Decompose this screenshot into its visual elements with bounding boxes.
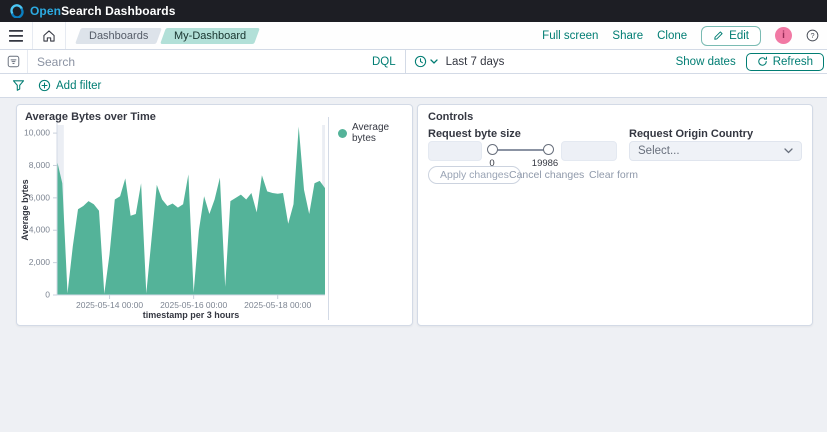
breadcrumb-dashboards[interactable]: Dashboards (75, 27, 163, 44)
saved-queries-icon (7, 55, 20, 68)
help-icon: ? (806, 29, 819, 42)
plus-circle-icon (38, 79, 51, 92)
svg-text:6,000: 6,000 (29, 192, 51, 202)
refresh-button-label: Refresh (772, 55, 813, 68)
breadcrumb: Dashboards My-Dashboard (75, 27, 261, 44)
clear-form-button[interactable]: Clear form (589, 169, 638, 181)
svg-text:4,000: 4,000 (29, 225, 51, 235)
nav-bar: Dashboards My-Dashboard Full screen Share C… (0, 22, 827, 50)
breadcrumb-my-dashboard: My-Dashboard (160, 27, 261, 44)
breadcrumb-label: Dashboards (89, 29, 149, 42)
cancel-changes-button[interactable]: Cancel changes (509, 169, 584, 181)
avatar[interactable]: i (775, 27, 792, 44)
legend-label: Average bytes (352, 122, 390, 144)
filter-icon[interactable] (12, 79, 25, 92)
nav-actions: Full screen Share Clone Edit i ? (542, 25, 827, 46)
slider-max-label: 19986 (531, 158, 559, 169)
legend-item-average-bytes[interactable]: Average bytes (338, 122, 412, 144)
svg-text:2,000: 2,000 (29, 257, 51, 267)
chevron-down-icon (784, 148, 793, 154)
byte-size-max-input[interactable] (561, 141, 617, 161)
edit-button-label: Edit (729, 29, 749, 42)
refresh-icon (757, 56, 768, 67)
svg-text:Average bytes: Average bytes (20, 179, 30, 240)
edit-button[interactable]: Edit (701, 25, 761, 46)
slider-handle-max[interactable] (543, 144, 554, 155)
svg-text:2025-05-16 00:00: 2025-05-16 00:00 (160, 300, 227, 310)
quick-select-button[interactable] (406, 55, 446, 68)
saved-queries-button[interactable] (0, 50, 28, 73)
app-header: OpenSearch Dashboards (0, 0, 827, 22)
apply-changes-button[interactable]: Apply changes (428, 166, 521, 184)
svg-text:2025-05-14 00:00: 2025-05-14 00:00 (76, 300, 143, 310)
slider-handle-min[interactable] (487, 144, 498, 155)
menu-icon (9, 29, 23, 42)
pencil-icon (713, 30, 724, 41)
nav-action-clone[interactable]: Clone (657, 30, 687, 42)
logo-text-primary: Open (30, 4, 62, 18)
origin-country-select[interactable]: Select... (629, 141, 802, 161)
refresh-button[interactable]: Refresh (745, 52, 824, 71)
origin-country-selected-value: Select... (638, 145, 680, 157)
chart-title: Average Bytes over Time (25, 111, 156, 123)
home-icon (42, 29, 56, 43)
svg-text:8,000: 8,000 (29, 160, 51, 170)
byte-size-min-input[interactable] (428, 141, 482, 161)
dashboard-content: Average Bytes over Time 0 2,000 4,000 6,000… (0, 98, 827, 432)
svg-text:10,000: 10,000 (24, 128, 50, 138)
controls-panel: Controls Request byte size 0 19986 Reque… (417, 104, 813, 326)
search-input[interactable] (28, 54, 363, 69)
svg-text:2025-05-18 00:00: 2025-05-18 00:00 (244, 300, 311, 310)
breadcrumb-label: My-Dashboard (174, 29, 247, 42)
origin-country-label: Request Origin Country (629, 128, 754, 140)
logo-text-secondary: Search Dashboards (61, 4, 176, 18)
chart-legend: Average bytes (328, 117, 412, 320)
filter-bar: Add filter (0, 74, 827, 98)
svg-text:timestamp per 3 hours: timestamp per 3 hours (143, 310, 240, 320)
opensearch-logo-icon (10, 4, 24, 18)
search-bar: DQL Last 7 days Show dates Refresh (0, 50, 827, 74)
app-logo-text: OpenSearch Dashboards (30, 2, 176, 20)
chevron-down-icon (429, 59, 438, 64)
help-button[interactable]: ? (806, 29, 819, 42)
add-filter-label: Add filter (56, 79, 102, 92)
legend-marker (338, 128, 347, 138)
menu-button[interactable] (0, 22, 33, 49)
byte-size-label: Request byte size (428, 128, 521, 140)
controls-title: Controls (428, 111, 474, 123)
nav-action-share[interactable]: Share (612, 30, 643, 42)
clock-icon (414, 55, 427, 68)
home-button[interactable] (33, 22, 66, 49)
query-language-button[interactable]: DQL (363, 50, 406, 73)
svg-text:?: ? (810, 31, 814, 40)
nav-action-full-screen[interactable]: Full screen (542, 30, 598, 42)
svg-text:0: 0 (45, 290, 50, 300)
add-filter-button[interactable]: Add filter (38, 79, 101, 92)
time-range-display[interactable]: Last 7 days (446, 56, 566, 68)
show-dates-button[interactable]: Show dates (676, 56, 736, 68)
slider-track (493, 149, 548, 151)
chart-panel: Average Bytes over Time 0 2,000 4,000 6,000… (16, 104, 413, 326)
